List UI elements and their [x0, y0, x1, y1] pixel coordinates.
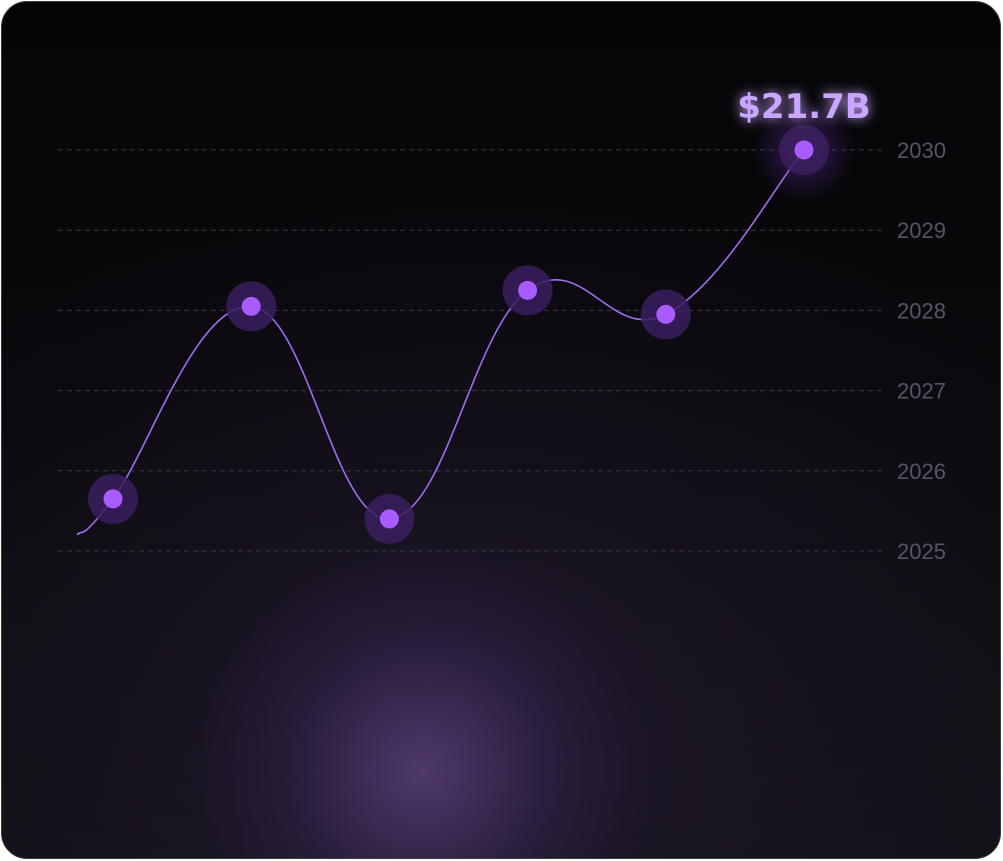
y-tick-label: 2025 — [897, 539, 946, 564]
data-point-dot — [656, 304, 676, 324]
line-chart: 2025 2026 2027 2028 2029 2030 $21.7B — [58, 87, 946, 564]
value-annotation: $21.7B — [737, 87, 870, 127]
data-point-dot — [241, 296, 261, 316]
data-point-dot — [518, 280, 538, 300]
data-point — [640, 289, 691, 340]
data-point-dot — [794, 140, 814, 160]
data-point — [364, 493, 415, 544]
y-tick-label: 2027 — [897, 379, 946, 404]
chart-card: 2025 2026 2027 2028 2029 2030 $21.7B — [1, 1, 1001, 859]
data-point-dot — [379, 509, 399, 529]
annotation-layer: $21.7B — [737, 87, 870, 127]
data-point — [226, 281, 277, 332]
y-tick-labels: 2025 2026 2027 2028 2029 2030 — [897, 138, 946, 564]
data-point — [502, 265, 553, 316]
series-line — [76, 149, 805, 536]
y-tick-label: 2028 — [897, 298, 946, 323]
data-point — [88, 473, 138, 524]
data-point-dot — [103, 489, 123, 509]
data-points — [88, 98, 856, 544]
y-tick-label: 2029 — [897, 218, 946, 243]
y-tick-label: 2030 — [897, 138, 946, 163]
series-line-path — [76, 149, 805, 536]
y-tick-label: 2026 — [897, 459, 946, 484]
